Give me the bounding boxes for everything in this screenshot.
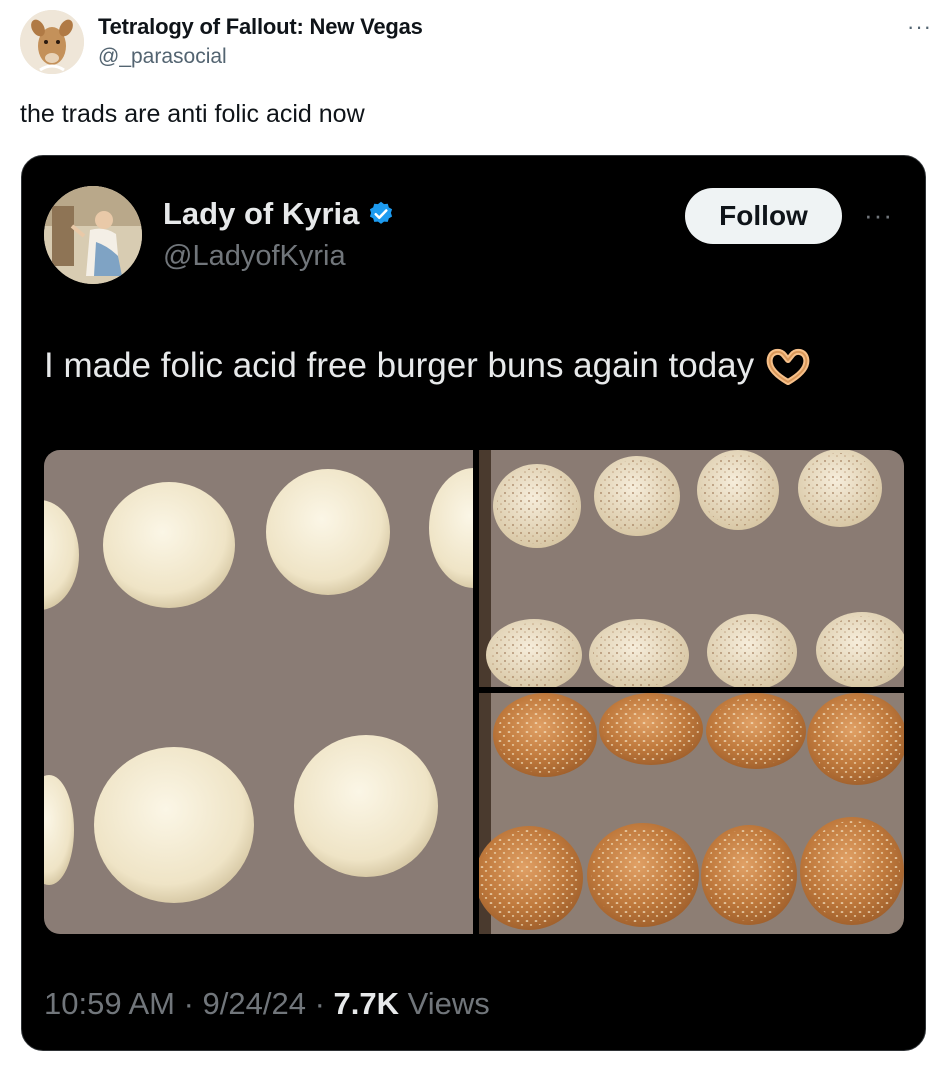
raw-dough-buns-photo xyxy=(44,450,473,934)
photo-baked-buns[interactable] xyxy=(479,693,904,934)
outer-author-name[interactable]: Tetralogy of Fallout: New Vegas xyxy=(98,14,423,40)
avatar[interactable] xyxy=(44,186,142,284)
quoted-tweet-card[interactable]: Lady of Kyria @LadyofKyria Follow ··· I … xyxy=(21,155,926,1051)
outer-author-handle[interactable]: @_parasocial xyxy=(98,45,227,69)
baked-sesame-buns-photo xyxy=(479,693,904,934)
quoted-author-name[interactable]: Lady of Kyria xyxy=(163,196,395,232)
more-options-icon[interactable]: ··· xyxy=(864,200,893,231)
painting-avatar-icon xyxy=(44,186,142,284)
photo-raw-dough[interactable] xyxy=(44,450,473,934)
outer-tweet-text: the trads are anti folic acid now xyxy=(20,100,365,128)
quoted-tweet-text: I made folic acid free burger buns again… xyxy=(44,346,812,386)
views-count: 7.7K xyxy=(333,986,399,1021)
deer-avatar-icon xyxy=(20,10,84,74)
timestamp[interactable]: 10:59 AM · 9/24/24 · xyxy=(44,986,334,1021)
verified-badge-icon xyxy=(370,201,393,224)
quoted-tweet-text-body: I made folic acid free burger buns again… xyxy=(44,346,755,385)
photo-seeded-dough[interactable] xyxy=(479,450,904,687)
seeded-dough-buns-photo xyxy=(479,450,904,687)
photo-grid xyxy=(44,450,904,934)
avatar[interactable] xyxy=(20,10,84,74)
views-label: Views xyxy=(399,986,490,1021)
outer-tweet-header: Tetralogy of Fallout: New Vegas @_paraso… xyxy=(20,10,932,74)
quoted-author-handle[interactable]: @LadyofKyria xyxy=(163,240,346,273)
quoted-author-name-text: Lady of Kyria xyxy=(163,196,360,231)
heart-hands-icon xyxy=(766,348,810,385)
follow-button[interactable]: Follow xyxy=(685,188,842,244)
tweet-metadata: 10:59 AM · 9/24/24 · 7.7K Views xyxy=(44,986,490,1022)
more-options-icon[interactable]: ··· xyxy=(907,14,932,40)
